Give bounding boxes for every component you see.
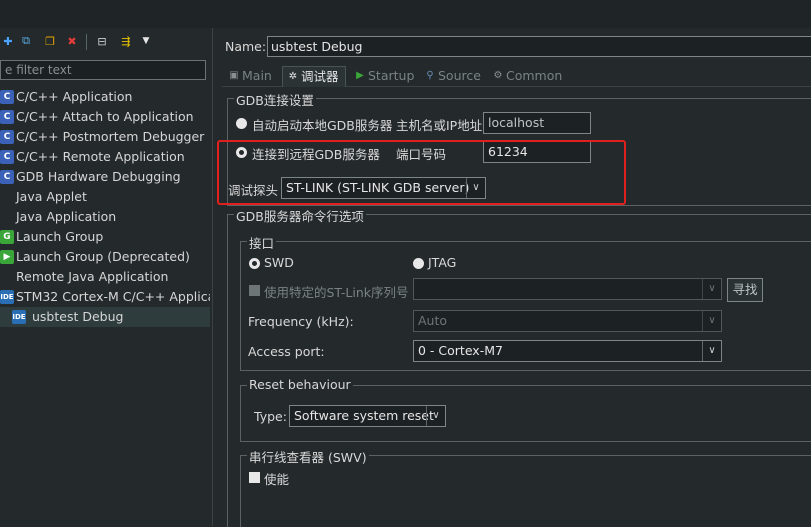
tree-item[interactable]: C C/C++ Postmortem Debugger [0, 127, 210, 147]
swd-radio[interactable] [249, 258, 260, 269]
c-config-icon: C [0, 90, 14, 104]
tab-common[interactable]: ⚙ Common [488, 66, 566, 86]
startup-tab-icon: ▶ [356, 70, 364, 81]
chevron-down-icon: ∨ [702, 311, 721, 331]
tab-source[interactable]: ⚲ Source [420, 66, 488, 86]
swv-enable-label: 使能 [264, 472, 290, 487]
serial-number-label: 使用特定的ST-Link序列号 [264, 285, 409, 300]
tree-item-label: Java Application [16, 209, 117, 224]
launch-group-icon: ▶ [0, 250, 14, 264]
jtag-radio[interactable] [413, 258, 424, 269]
serial-number-checkbox[interactable] [249, 285, 260, 296]
access-port-label: Access port: [248, 344, 325, 359]
tree-item[interactable]: Java Applet [0, 187, 210, 207]
name-input[interactable]: usbtest Debug [267, 36, 811, 57]
reset-type-select[interactable]: Software system reset ∨ [289, 405, 446, 427]
collapse-all-icon[interactable]: ⊟ [94, 33, 110, 49]
tree-item-label: C/C++ Postmortem Debugger [16, 129, 205, 144]
c-config-icon: C [0, 110, 14, 124]
tree-item[interactable]: C C/C++ Remote Application [0, 147, 210, 167]
tree-item[interactable]: Remote Java Application [0, 267, 210, 287]
highlight-box [217, 140, 626, 205]
c-config-icon: C [0, 170, 14, 184]
swv-title: 串行线查看器 (SWV) [247, 447, 369, 466]
jtag-label: JTAG [428, 255, 457, 270]
tree-item-label: Launch Group (Deprecated) [16, 249, 190, 264]
tree-item-label: C/C++ Attach to Application [16, 109, 194, 124]
tree-item-label: Remote Java Application [16, 269, 169, 284]
window-top-band [0, 0, 811, 28]
tree-item[interactable]: ▶ Launch Group (Deprecated) [0, 247, 210, 267]
find-button[interactable]: 寻找 [727, 278, 763, 302]
tab-debugger-label: 调试器 [301, 69, 339, 84]
tab-common-label: Common [506, 68, 563, 83]
tree-item-label: C/C++ Remote Application [16, 149, 185, 164]
duplicate-icon[interactable]: ⧉ [18, 33, 34, 49]
access-port-select[interactable]: 0 - Cortex-M7 ∨ [413, 340, 722, 362]
tab-startup[interactable]: ▶ Startup [350, 66, 422, 86]
tab-debugger[interactable]: ✲ 调试器 [282, 66, 346, 87]
tab-main-label: Main [242, 68, 272, 83]
tree-item[interactable]: C C/C++ Attach to Application [0, 107, 210, 127]
tab-main[interactable]: ▣ Main [224, 66, 282, 86]
swd-label: SWD [264, 255, 294, 270]
filter-input[interactable]: e filter text [0, 60, 206, 80]
source-tab-icon: ⚲ [426, 70, 434, 81]
reset-behaviour-title: Reset behaviour [247, 377, 353, 392]
frequency-label: Frequency (kHz): [248, 314, 354, 329]
tree-item[interactable]: Java Application [0, 207, 210, 227]
chevron-down-icon: ∨ [702, 341, 721, 361]
reset-type-label: Type: [254, 409, 287, 424]
name-label: Name: [225, 39, 267, 54]
dropdown-icon[interactable]: ▼ [138, 33, 154, 49]
gdb-server-options-title: GDB服务器命令行选项 [234, 206, 366, 225]
auto-start-radio[interactable] [236, 118, 247, 129]
frequency-value: Auto [418, 313, 448, 328]
tab-startup-label: Startup [368, 68, 415, 83]
toolbar-separator [86, 34, 87, 50]
tree-toolbar: ✚ ⧉ ❐ ✖ ⊟ ⇶ ▼ [0, 30, 212, 54]
new-config-icon[interactable]: ✚ [0, 33, 16, 49]
gdb-connection-title: GDB连接设置 [234, 90, 316, 109]
tree-item-label: C/C++ Application [16, 89, 133, 104]
tree-item[interactable]: G Launch Group [0, 227, 210, 247]
tree-item[interactable]: IDE STM32 Cortex-M C/C++ Applicat [0, 287, 210, 307]
tree-item[interactable]: IDE usbtest Debug [0, 307, 210, 327]
tree-item-label: STM32 Cortex-M C/C++ Applicat [16, 289, 210, 304]
tree-item[interactable]: C C/C++ Application [0, 87, 210, 107]
tree-item-label: GDB Hardware Debugging [16, 169, 181, 184]
c-config-icon: C [0, 150, 14, 164]
host-label: 主机名或IP地址 [396, 118, 483, 133]
reset-type-value: Software system reset [294, 408, 434, 423]
chevron-down-icon: ∨ [426, 406, 445, 426]
tree-item[interactable]: C GDB Hardware Debugging [0, 167, 210, 187]
ide-icon: IDE [0, 290, 14, 304]
host-input[interactable]: localhost [483, 112, 591, 134]
c-config-icon: C [0, 130, 14, 144]
chevron-down-icon: ∨ [702, 279, 721, 299]
tree-item-label: Java Applet [16, 189, 87, 204]
copy-icon[interactable]: ❐ [42, 33, 58, 49]
main-tab-icon: ▣ [229, 70, 239, 81]
tree-item-label: usbtest Debug [32, 309, 124, 324]
auto-start-label: 自动启动本地GDB服务器 [252, 118, 393, 133]
interface-title: 接口 [247, 233, 277, 252]
launch-group-icon: G [0, 230, 14, 244]
access-port-value: 0 - Cortex-M7 [418, 343, 503, 358]
config-tabs: ▣ Main ✲ 调试器 ▶ Startup ⚲ Source ⚙ Common [222, 64, 811, 87]
serial-number-select[interactable]: ∨ [413, 278, 722, 300]
tab-source-label: Source [438, 68, 481, 83]
common-tab-icon: ⚙ [493, 70, 503, 81]
debugger-tab-icon: ✲ [288, 71, 298, 82]
delete-icon[interactable]: ✖ [64, 33, 80, 49]
tree-item-label: Launch Group [16, 229, 104, 244]
swv-enable-checkbox[interactable] [249, 472, 260, 483]
frequency-select[interactable]: Auto ∨ [413, 310, 722, 332]
filter-icon[interactable]: ⇶ [118, 33, 134, 49]
ide-icon: IDE [12, 310, 26, 324]
